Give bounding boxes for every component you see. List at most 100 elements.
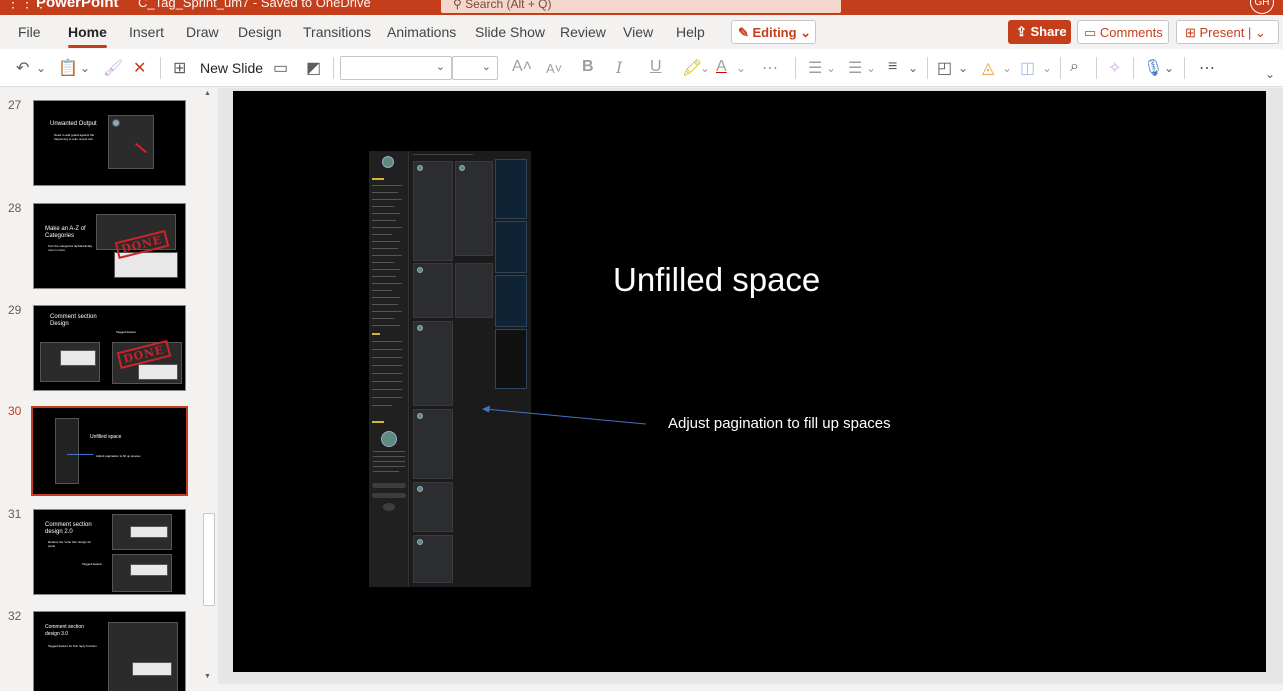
editing-mode-button[interactable]: ✎ Editing ⌄ [731, 20, 816, 44]
align-icon[interactable]: ≡ [888, 58, 897, 76]
slide-thumbnail-29[interactable]: Comment section Design Tagged feature DO… [33, 305, 186, 391]
thumbnail-extra: Tagged feature [82, 562, 103, 566]
bullets-icon[interactable]: ☰ [808, 58, 822, 78]
tab-slide-show[interactable]: Slide Show [475, 24, 545, 40]
layout-icon[interactable]: ▭ [273, 58, 288, 78]
delete-icon[interactable]: ✕ [133, 58, 146, 78]
chevron-down-icon[interactable]: ⌄ [80, 61, 90, 75]
thumbnail-bullet: Sort the categories alphabetically now i… [48, 244, 93, 252]
slide-number: 28 [8, 201, 22, 215]
divider [795, 57, 796, 79]
chevron-down-icon[interactable]: ⌄ [1042, 61, 1052, 75]
font-name-select[interactable]: ⌄ [340, 56, 452, 80]
chevron-down-icon[interactable]: ⌄ [736, 61, 746, 75]
share-button[interactable]: ⇪ Share [1008, 20, 1071, 44]
designer-icon[interactable]: ✧ [1108, 58, 1121, 78]
tab-view[interactable]: View [623, 24, 653, 40]
thumbnail-screenshot [138, 364, 178, 380]
tab-insert[interactable]: Insert [129, 24, 164, 40]
document-name[interactable]: C_Tag_Sprint_um7 - Saved to OneDrive [138, 0, 371, 10]
new-slide-button[interactable]: New Slide [200, 60, 263, 76]
increase-font-icon[interactable]: A˄ [512, 58, 532, 76]
tab-draw[interactable]: Draw [186, 24, 219, 40]
slide-number: 29 [8, 303, 22, 317]
thumbnail-bullet: Tagged feature [116, 330, 137, 334]
bold-icon[interactable]: B [582, 58, 594, 76]
chevron-down-icon[interactable]: ⌄ [826, 61, 836, 75]
search-icon: ⚲ [453, 0, 466, 11]
chevron-down-icon[interactable]: ⌄ [958, 61, 968, 75]
tab-design[interactable]: Design [238, 24, 282, 40]
present-button[interactable]: ⊞ Present | ⌄ [1176, 20, 1279, 44]
divider [927, 57, 928, 79]
menu-bar: File Home Insert Draw Design Transitions… [0, 15, 1283, 49]
shape-fill-icon[interactable]: ◬ [982, 58, 994, 78]
slide-number: 27 [8, 98, 22, 112]
app-name[interactable]: PowerPoint [36, 0, 119, 11]
share-icon: ⇪ [1016, 24, 1031, 39]
more-font-icon[interactable]: ⋯ [762, 58, 778, 78]
chevron-down-icon[interactable]: ⌄ [1164, 61, 1174, 75]
scroll-up-icon[interactable]: ▲ [204, 90, 211, 97]
divider [1133, 57, 1134, 79]
present-icon: ⊞ [1185, 25, 1200, 40]
slide-caption[interactable]: Adjust pagination to fill up spaces [668, 415, 891, 432]
slide-thumbnail-31[interactable]: Comment section design 2.0 Reduce the 'w… [33, 509, 186, 595]
pointer-arrow [482, 405, 647, 425]
chevron-down-icon[interactable]: ⌄ [1002, 61, 1012, 75]
dictate-icon[interactable]: 🎙 [1143, 58, 1163, 78]
new-slide-icon[interactable]: ⊞ [173, 58, 186, 78]
chevron-down-icon[interactable]: ⌄ [700, 61, 710, 75]
status-bar [218, 684, 1283, 691]
shapes-icon[interactable]: ◰ [937, 58, 952, 78]
slide-thumbnail-30[interactable]: Unfilled space Adjust pagination to fill… [31, 406, 188, 496]
tab-home[interactable]: Home [68, 24, 107, 48]
slide-thumbnail-28[interactable]: Make an A-Z of Categories Sort the categ… [33, 203, 186, 289]
font-size-select[interactable]: ⌄ [452, 56, 498, 80]
account-avatar[interactable]: GH [1250, 0, 1274, 14]
arrow [67, 454, 93, 455]
tab-animations[interactable]: Animations [387, 24, 456, 40]
tab-file[interactable]: File [18, 24, 41, 40]
divider [160, 57, 161, 79]
font-color-icon[interactable]: A [716, 58, 727, 76]
find-icon[interactable]: ⌕ [1070, 58, 1079, 76]
more-options-icon[interactable]: ⋯ [1199, 58, 1215, 78]
slide-thumbnail-27[interactable]: Unwanted Output Need to add guard agains… [33, 100, 186, 186]
italic-icon[interactable]: I [616, 58, 622, 77]
slide-number: 30 [8, 404, 22, 418]
chevron-down-icon[interactable]: ⌄ [908, 61, 918, 75]
chevron-down-icon[interactable]: ⌄ [866, 61, 876, 75]
thumbnail-bullet: Reduce the 'write this' design for posts [48, 540, 92, 548]
comment-icon: ▭ [1084, 25, 1100, 40]
slide-thumbnail-32[interactable]: Comment section design 3.0 Tagged featur… [33, 611, 186, 691]
thumbnail-bullet: Need to add guard against file happening… [54, 133, 95, 141]
thumbnail-title: Comment section design 3.0 [45, 624, 84, 637]
thumbnail-title: Make an A-Z of Categories [45, 226, 86, 239]
slide-editor: Unfilled space Adjust pagination to fill… [218, 88, 1283, 691]
ribbon-expand-icon[interactable]: ⌄ [1265, 67, 1275, 81]
shape-outline-icon[interactable]: ◫ [1020, 58, 1035, 78]
decrease-font-icon[interactable]: A˅ [546, 61, 562, 76]
scrollbar-thumb[interactable] [203, 513, 215, 606]
numbering-icon[interactable]: ☰ [848, 58, 862, 78]
paste-icon[interactable]: 📋 [58, 58, 78, 78]
tab-review[interactable]: Review [560, 24, 606, 40]
undo-icon[interactable]: ↶ [16, 58, 29, 78]
tab-transitions[interactable]: Transitions [303, 24, 371, 40]
chevron-down-icon[interactable]: ⌄ [36, 61, 46, 75]
current-slide[interactable]: Unfilled space Adjust pagination to fill… [233, 91, 1266, 672]
chevron-down-icon: ⌄ [796, 25, 812, 40]
scroll-down-icon[interactable]: ▼ [204, 673, 211, 680]
underline-icon[interactable]: U [650, 58, 662, 76]
chevron-down-icon[interactable]: | ⌄ [1244, 25, 1266, 40]
comments-button[interactable]: ▭ Comments [1077, 20, 1169, 44]
chevron-down-icon: ⌄ [481, 61, 491, 73]
thumbnail-scrollbar[interactable]: ▲ ▼ [202, 88, 216, 691]
format-painter-icon[interactable]: 🖌 [103, 58, 123, 78]
search-box[interactable]: ⚲ Search (Alt + Q) [441, 0, 841, 13]
slide-title[interactable]: Unfilled space [613, 261, 820, 299]
tab-help[interactable]: Help [676, 24, 705, 40]
thumbnail-screenshot [108, 622, 178, 691]
background-icon[interactable]: ◩ [306, 58, 321, 78]
